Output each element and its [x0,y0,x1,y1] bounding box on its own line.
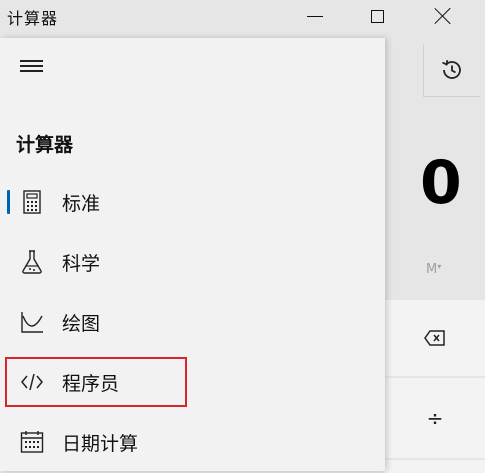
display-value: 0 [420,148,462,218]
chevron-down-icon: ▾ [437,262,442,271]
navigation-pane: 计算器 标准 科学 绘图 程序员 日期计算 [0,38,385,471]
graph-icon [19,309,45,335]
nav-item-label: 程序员 [62,372,120,395]
title-bar: 计算器 [0,0,485,32]
history-icon [442,60,461,79]
memory-button[interactable]: M▾ [426,262,441,277]
maximize-icon [370,9,384,23]
nav-item-label: 科学 [62,252,101,275]
nav-item-label: 标准 [62,192,101,215]
hamburger-icon [20,60,43,62]
close-icon [434,7,452,25]
nav-item-scientific[interactable]: 科学 [0,237,385,287]
hamburger-menu-button[interactable] [20,60,44,74]
backspace-button[interactable] [385,298,485,376]
history-button[interactable] [423,44,480,97]
nav-item-graphing[interactable]: 绘图 [0,297,385,347]
nav-item-standard[interactable]: 标准 [0,177,385,227]
nav-item-label: 日期计算 [62,432,139,455]
divide-button[interactable]: ÷ [385,376,485,458]
calendar-icon [19,429,45,455]
close-button[interactable] [420,0,466,32]
code-icon [19,369,45,395]
flask-icon [19,249,45,275]
nav-item-programmer[interactable]: 程序员 [0,357,385,407]
nav-heading: 计算器 [16,134,74,156]
maximize-button[interactable] [354,0,400,32]
minimize-icon [307,15,323,17]
window-title: 计算器 [7,9,59,28]
minimize-button[interactable] [292,0,338,32]
backspace-icon [424,330,445,346]
nav-item-date-calculation[interactable]: 日期计算 [0,417,385,467]
calculator-icon [19,189,45,215]
nav-item-label: 绘图 [62,312,101,335]
